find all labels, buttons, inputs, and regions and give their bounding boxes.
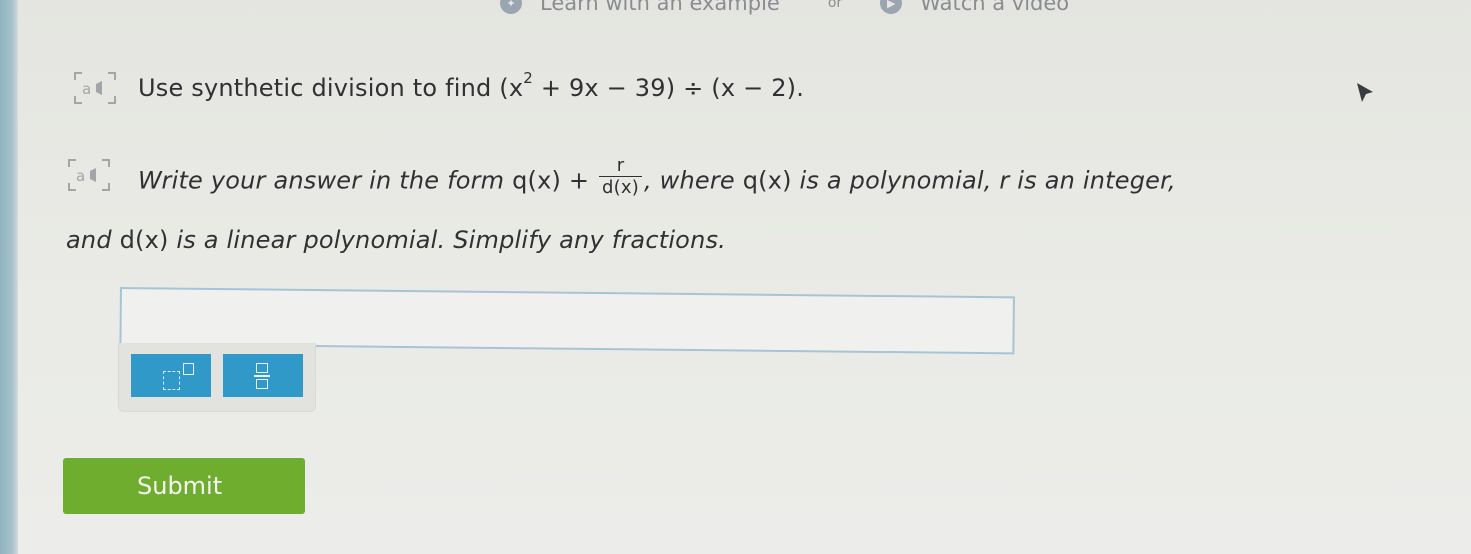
help-links-bar: ✦ Learn with an example or ▶ Watch a vid… <box>500 0 1069 16</box>
exponent-base-icon <box>163 371 180 390</box>
fraction-button[interactable] <box>223 354 303 397</box>
dividend-open: (x <box>499 74 524 102</box>
exponent-superscript-icon <box>183 363 194 375</box>
fraction-denominator: d(x) <box>602 177 639 198</box>
left-edge-strip <box>0 0 18 554</box>
instruction-text: Use synthetic division to find <box>138 74 492 102</box>
mouse-cursor-icon <box>1357 83 1373 102</box>
text-to-speech-icon[interactable]: a <box>66 157 112 193</box>
line3-d: d(x) <box>119 226 169 254</box>
lightbulb-icon: ✦ <box>500 0 522 14</box>
exponent: 2 <box>523 69 533 87</box>
division-expression: (x2 + 9x − 39) ÷ (x − 2). <box>499 69 805 102</box>
play-video-icon: ▶ <box>880 0 903 14</box>
form-tail: is a polynomial, r is an integer, <box>791 166 1176 195</box>
fraction-line-icon <box>254 375 270 377</box>
svg-text:a: a <box>82 80 91 98</box>
learn-example-link[interactable]: Learn with an example <box>540 0 780 15</box>
math-tool-palette <box>118 343 316 412</box>
form-q2: q(x) <box>742 166 792 195</box>
submit-button[interactable]: Submit <box>63 458 305 514</box>
or-separator: or <box>827 0 843 11</box>
form-q: q(x) + <box>512 166 598 195</box>
watch-video-link[interactable]: Watch a video <box>920 0 1069 15</box>
line3-tail: is a linear polynomial. Simplify any fra… <box>168 226 727 254</box>
form-mid: , where <box>643 166 743 195</box>
form-fraction: r d(x) <box>599 156 642 199</box>
text-to-speech-icon[interactable]: a <box>72 70 118 106</box>
fraction-numerator: r <box>616 155 625 176</box>
form-intro: Write your answer in the form <box>138 166 513 195</box>
question-prompt: Use synthetic division to find (x2 + 9x … <box>138 69 805 102</box>
answer-form-instructions-line-2: and d(x) is a linear polynomial. Simplif… <box>66 226 726 254</box>
exponent-button[interactable] <box>131 354 211 397</box>
fraction-top-box-icon <box>256 363 268 373</box>
fraction-bottom-box-icon <box>256 379 268 389</box>
dividend-rest: + 9x − 39) ÷ (x − 2). <box>533 74 805 102</box>
svg-text:a: a <box>76 167 85 185</box>
answer-form-instructions: Write your answer in the form q(x) + r d(… <box>138 156 1176 203</box>
line3-intro: and <box>66 226 120 254</box>
